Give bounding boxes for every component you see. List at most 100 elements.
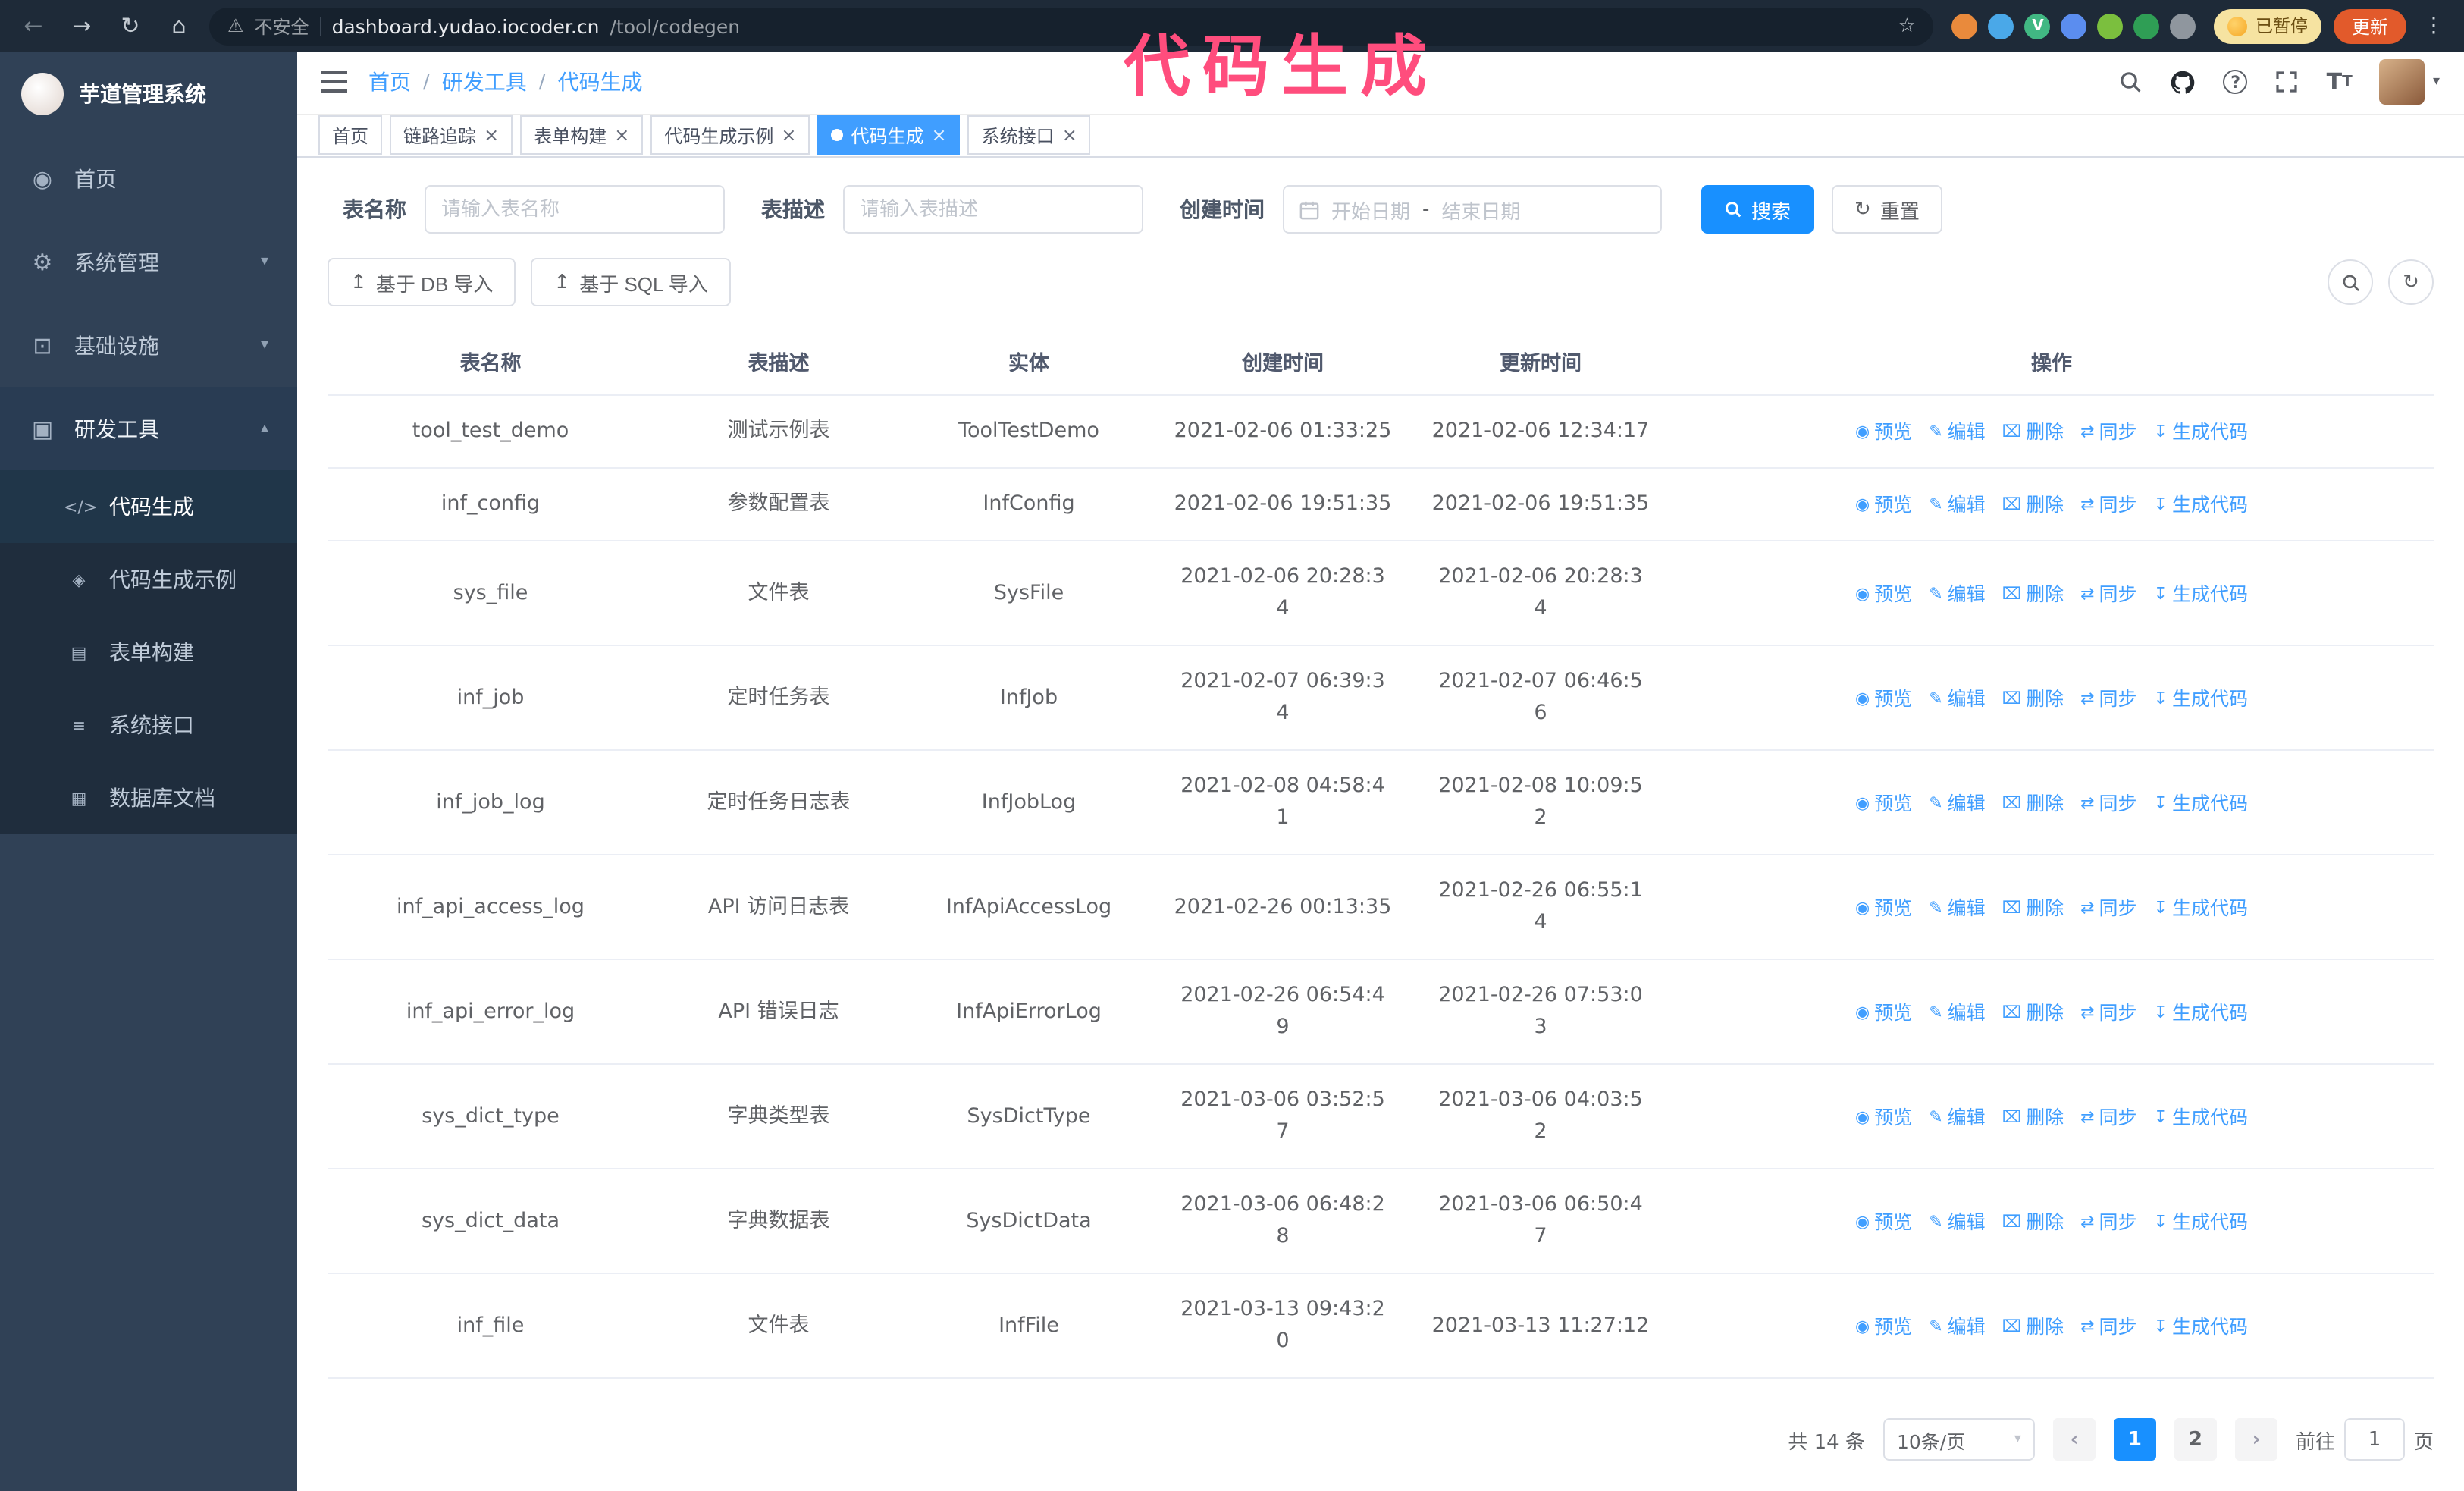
sidebar-subitem[interactable]: </> 代码生成 bbox=[0, 470, 297, 543]
sidebar-item[interactable]: ⊡ 基础设施 ▾ bbox=[0, 303, 297, 387]
search-button[interactable]: 搜索 bbox=[1701, 185, 1814, 234]
delete-link[interactable]: ⌧ 删除 bbox=[2002, 891, 2064, 923]
goto-page-input[interactable] bbox=[2343, 1418, 2405, 1461]
edit-link[interactable]: ✎ 编辑 bbox=[1929, 1205, 1985, 1237]
sidebar-subitem[interactable]: ▦ 数据库文档 bbox=[0, 761, 297, 834]
sync-link[interactable]: ⇄ 同步 bbox=[2080, 1205, 2136, 1237]
extension-icon[interactable]: V bbox=[2024, 13, 2051, 39]
preview-link[interactable]: ◉ 预览 bbox=[1855, 577, 1912, 609]
sidebar-subitem[interactable]: ≡ 系统接口 bbox=[0, 689, 297, 761]
import-sql-button[interactable]: ↥ 基于 SQL 导入 bbox=[531, 258, 731, 306]
sync-link[interactable]: ⇄ 同步 bbox=[2080, 488, 2136, 520]
preview-link[interactable]: ◉ 预览 bbox=[1855, 488, 1912, 520]
page-tab[interactable]: 链路追踪 × bbox=[390, 115, 513, 155]
toggle-search-button[interactable] bbox=[2328, 259, 2373, 305]
edit-link[interactable]: ✎ 编辑 bbox=[1929, 577, 1985, 609]
sidebar-subitem[interactable]: ◈ 代码生成示例 bbox=[0, 543, 297, 616]
fullscreen-icon[interactable] bbox=[2275, 71, 2299, 95]
generate-code-link[interactable]: ↧ 生成代码 bbox=[2154, 488, 2248, 520]
breadcrumb-home[interactable]: 首页 bbox=[368, 67, 411, 98]
edit-link[interactable]: ✎ 编辑 bbox=[1929, 891, 1985, 923]
preview-link[interactable]: ◉ 预览 bbox=[1855, 996, 1912, 1028]
sync-link[interactable]: ⇄ 同步 bbox=[2080, 1100, 2136, 1132]
table-name-input[interactable] bbox=[425, 185, 725, 234]
home-icon[interactable]: ⌂ bbox=[161, 12, 197, 39]
delete-link[interactable]: ⌧ 删除 bbox=[2002, 416, 2064, 447]
sync-link[interactable]: ⇄ 同步 bbox=[2080, 416, 2136, 447]
page-tab[interactable]: 代码生成 × bbox=[817, 115, 961, 155]
help-icon[interactable]: ? bbox=[2223, 70, 2248, 95]
user-avatar[interactable]: ▾ bbox=[2379, 59, 2440, 105]
sidebar-item[interactable]: ▣ 研发工具 ▴ bbox=[0, 387, 297, 470]
delete-link[interactable]: ⌧ 删除 bbox=[2002, 577, 2064, 609]
app-logo[interactable]: 芋道管理系统 bbox=[0, 52, 297, 137]
page-tab[interactable]: 首页 bbox=[318, 115, 383, 155]
import-db-button[interactable]: ↥ 基于 DB 导入 bbox=[328, 258, 516, 306]
tab-close-icon[interactable]: × bbox=[1062, 127, 1077, 145]
preview-link[interactable]: ◉ 预览 bbox=[1855, 1100, 1912, 1132]
menu-kebab-icon[interactable]: ⋮ bbox=[2419, 14, 2449, 38]
generate-code-link[interactable]: ↧ 生成代码 bbox=[2154, 577, 2248, 609]
delete-link[interactable]: ⌧ 删除 bbox=[2002, 786, 2064, 818]
sidebar-toggle-icon[interactable] bbox=[321, 71, 347, 93]
address-bar[interactable]: ⚠ 不安全 dashboard.yudao.iocoder.cn/tool/co… bbox=[209, 7, 1934, 45]
update-button[interactable]: 更新 bbox=[2333, 8, 2406, 43]
page-tab[interactable]: 系统接口 × bbox=[967, 115, 1091, 155]
delete-link[interactable]: ⌧ 删除 bbox=[2002, 996, 2064, 1028]
sync-link[interactable]: ⇄ 同步 bbox=[2080, 891, 2136, 923]
extension-icon[interactable] bbox=[1951, 13, 1978, 39]
preview-link[interactable]: ◉ 预览 bbox=[1855, 891, 1912, 923]
profile-paused-chip[interactable]: 已暂停 bbox=[2214, 8, 2321, 43]
sidebar-subitem[interactable]: ▤ 表单构建 bbox=[0, 616, 297, 689]
generate-code-link[interactable]: ↧ 生成代码 bbox=[2154, 682, 2248, 714]
edit-link[interactable]: ✎ 编辑 bbox=[1929, 1310, 1985, 1342]
delete-link[interactable]: ⌧ 删除 bbox=[2002, 682, 2064, 714]
extension-icon[interactable] bbox=[2170, 13, 2196, 39]
edit-link[interactable]: ✎ 编辑 bbox=[1929, 996, 1985, 1028]
edit-link[interactable]: ✎ 编辑 bbox=[1929, 488, 1985, 520]
page-size-select[interactable]: 10条/页 ▾ bbox=[1882, 1418, 2035, 1461]
date-range-picker[interactable]: 开始日期 - 结束日期 bbox=[1283, 185, 1662, 234]
generate-code-link[interactable]: ↧ 生成代码 bbox=[2154, 996, 2248, 1028]
delete-link[interactable]: ⌧ 删除 bbox=[2002, 1100, 2064, 1132]
tab-close-icon[interactable]: × bbox=[781, 127, 796, 145]
tab-close-icon[interactable]: × bbox=[614, 127, 629, 145]
preview-link[interactable]: ◉ 预览 bbox=[1855, 682, 1912, 714]
extension-icon[interactable] bbox=[2133, 13, 2160, 39]
page-tab[interactable]: 代码生成示例 × bbox=[650, 115, 810, 155]
edit-link[interactable]: ✎ 编辑 bbox=[1929, 786, 1985, 818]
sidebar-item[interactable]: ◉ 首页 bbox=[0, 137, 297, 220]
reset-button[interactable]: ↻ 重置 bbox=[1832, 185, 1942, 234]
search-icon[interactable] bbox=[2119, 71, 2143, 95]
sync-link[interactable]: ⇄ 同步 bbox=[2080, 996, 2136, 1028]
preview-link[interactable]: ◉ 预览 bbox=[1855, 416, 1912, 447]
tab-close-icon[interactable]: × bbox=[932, 127, 947, 145]
prev-page-button[interactable]: ‹ bbox=[2052, 1418, 2096, 1461]
delete-link[interactable]: ⌧ 删除 bbox=[2002, 1205, 2064, 1237]
generate-code-link[interactable]: ↧ 生成代码 bbox=[2154, 891, 2248, 923]
breadcrumb-devtools[interactable]: 研发工具 bbox=[442, 67, 527, 98]
generate-code-link[interactable]: ↧ 生成代码 bbox=[2154, 1205, 2248, 1237]
back-icon[interactable]: ← bbox=[15, 12, 52, 39]
sync-link[interactable]: ⇄ 同步 bbox=[2080, 786, 2136, 818]
generate-code-link[interactable]: ↧ 生成代码 bbox=[2154, 1310, 2248, 1342]
page-tab[interactable]: 表单构建 × bbox=[520, 115, 644, 155]
preview-link[interactable]: ◉ 预览 bbox=[1855, 1205, 1912, 1237]
edit-link[interactable]: ✎ 编辑 bbox=[1929, 1100, 1985, 1132]
page-number-button[interactable]: 1 bbox=[2113, 1418, 2156, 1461]
page-number-button[interactable]: 2 bbox=[2174, 1418, 2217, 1461]
forward-icon[interactable]: → bbox=[64, 12, 100, 39]
extension-icon[interactable] bbox=[1988, 13, 2014, 39]
extension-icon[interactable] bbox=[2097, 13, 2124, 39]
generate-code-link[interactable]: ↧ 生成代码 bbox=[2154, 1100, 2248, 1132]
table-desc-input[interactable] bbox=[843, 185, 1143, 234]
preview-link[interactable]: ◉ 预览 bbox=[1855, 1310, 1912, 1342]
next-page-button[interactable]: › bbox=[2234, 1418, 2277, 1461]
sidebar-item[interactable]: ⚙ 系统管理 ▾ bbox=[0, 220, 297, 303]
refresh-table-button[interactable]: ↻ bbox=[2388, 259, 2434, 305]
github-icon[interactable] bbox=[2171, 70, 2196, 96]
sync-link[interactable]: ⇄ 同步 bbox=[2080, 577, 2136, 609]
generate-code-link[interactable]: ↧ 生成代码 bbox=[2154, 786, 2248, 818]
reload-icon[interactable]: ↻ bbox=[112, 12, 149, 39]
extension-icon[interactable] bbox=[2061, 13, 2087, 39]
